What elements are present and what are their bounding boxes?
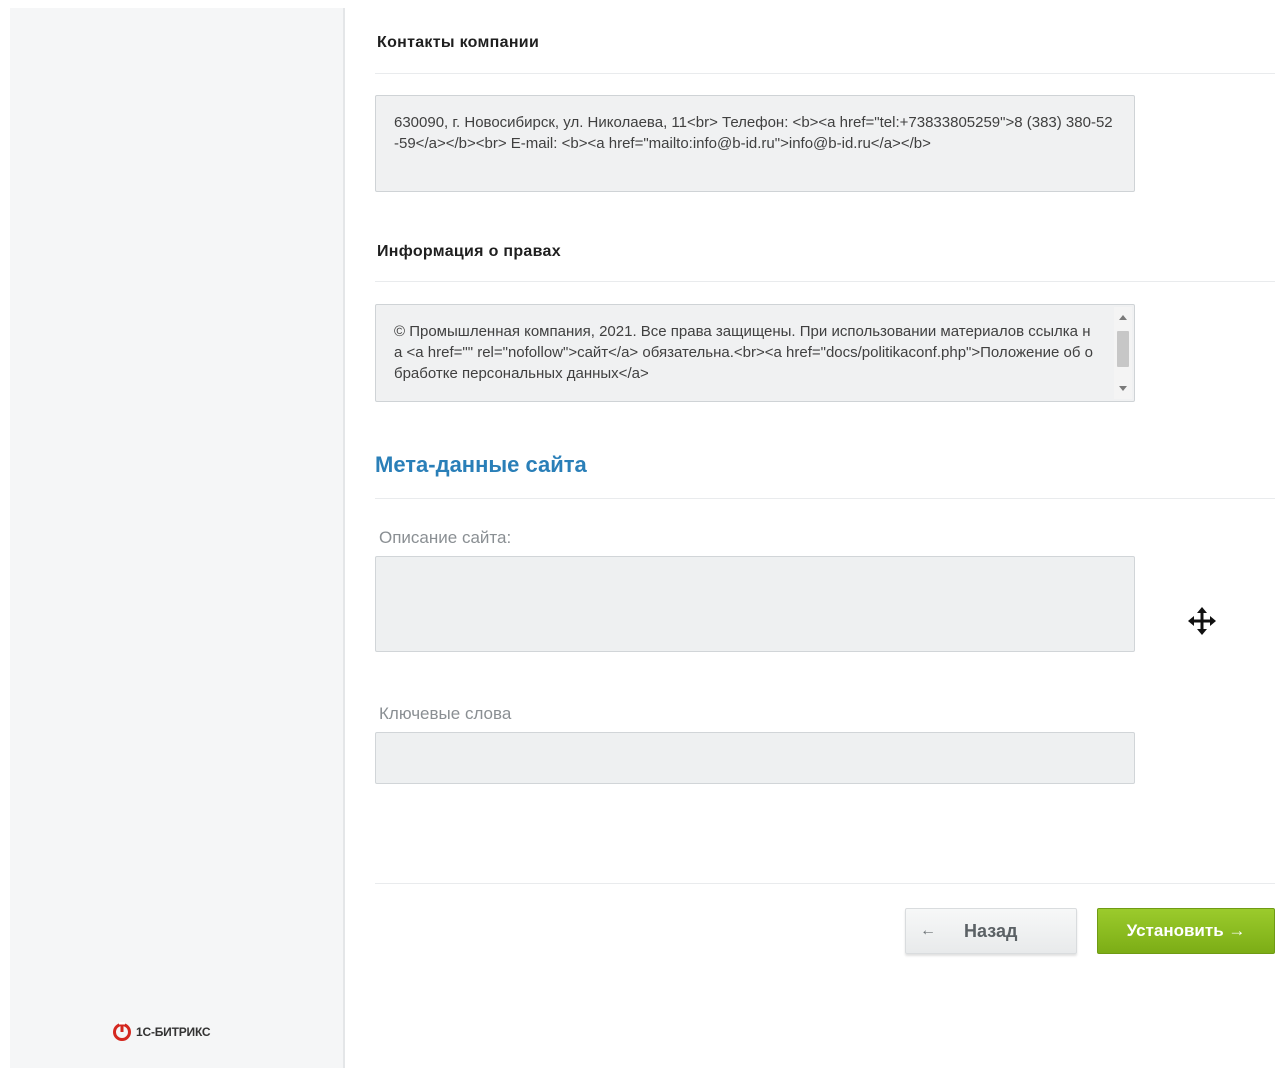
contacts-textarea[interactable]: 630090, г. Новосибирск, ул. Николаева, 1… [375, 95, 1135, 192]
install-button-label: Установить → [1126, 921, 1246, 940]
scroll-down-icon[interactable] [1119, 386, 1127, 391]
move-cursor-icon [1188, 607, 1216, 635]
scroll-thumb[interactable] [1117, 331, 1129, 367]
rights-textarea[interactable]: © Промышленная компания, 2021. Все права… [375, 304, 1135, 402]
contacts-textarea-value: 630090, г. Новосибирск, ул. Николаева, 1… [394, 114, 1113, 152]
meta-section-title: Мета-данные сайта [375, 452, 587, 477]
arrow-left-icon: ← [920, 922, 936, 939]
brand-name: 1С-БИТРИКС [136, 1025, 211, 1039]
bitrix-logo-icon [113, 1022, 131, 1041]
scroll-up-icon[interactable] [1119, 315, 1127, 320]
sidebar [10, 8, 345, 1068]
main-content: Контакты компании 630090, г. Новосибирск… [375, 0, 1275, 1068]
keywords-input[interactable] [375, 732, 1135, 784]
rights-title: Информация о правах [377, 243, 561, 260]
installer-page: 1С-БИТРИКС Контакты компании 630090, г. … [0, 0, 1275, 1068]
description-textarea[interactable] [375, 556, 1135, 652]
divider [375, 73, 1275, 74]
divider [375, 883, 1275, 884]
back-button-label: Назад [964, 920, 1018, 941]
brand-logo: 1С-БИТРИКС [112, 1022, 211, 1042]
divider [375, 498, 1275, 499]
keywords-label: Ключевые слова [379, 704, 512, 723]
back-button[interactable]: ← Назад [905, 908, 1077, 954]
install-button[interactable]: Установить → [1097, 908, 1275, 954]
contacts-title: Контакты компании [377, 34, 540, 51]
description-label: Описание сайта: [379, 528, 512, 547]
divider [375, 281, 1275, 282]
rights-textarea-value: © Промышленная компания, 2021. Все права… [394, 323, 1094, 382]
rights-scrollbar[interactable] [1114, 307, 1132, 399]
